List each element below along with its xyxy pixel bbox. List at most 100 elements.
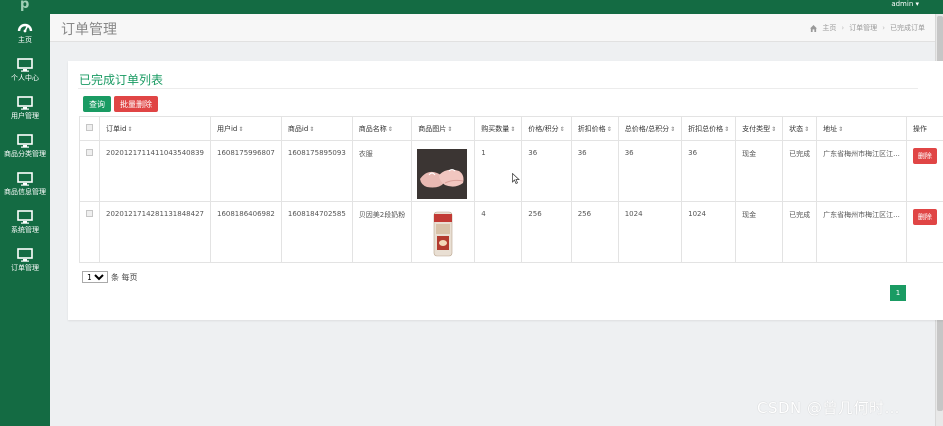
column-header[interactable]: 状态⇕ <box>782 116 818 141</box>
home-icon <box>810 24 818 32</box>
pink-shoes-image <box>417 149 468 199</box>
sidebar-item-system[interactable]: 系统管理 <box>0 210 50 248</box>
per-page-label: 条 每页 <box>111 272 138 282</box>
column-header[interactable]: 价格/积分⇕ <box>521 116 572 141</box>
cell-status: 已完成 <box>782 140 818 202</box>
chevron-right-icon: › <box>841 24 845 32</box>
monitor-icon <box>17 248 33 262</box>
sidebar-item-category[interactable]: 商品分类管理 <box>0 134 50 172</box>
watermark: CSDN @曾几何时… <box>757 399 901 417</box>
sidebar-item-users[interactable]: 用户管理 <box>0 96 50 134</box>
page-title: 订单管理 <box>61 22 117 38</box>
cell-address: 广东省梅州市梅江区江... <box>816 201 907 263</box>
column-header: 操作 <box>905 116 943 141</box>
cell-address: 广东省梅州市梅江区江... <box>816 140 907 202</box>
sort-icon: ⇕ <box>606 125 612 133</box>
cell-discount-total: 1024 <box>681 201 737 263</box>
breadcrumb-current: 已完成订单 <box>890 24 925 32</box>
column-header[interactable]: 用户id⇕ <box>209 116 282 141</box>
orders-table: 订单id⇕ 用户id⇕ 商品id⇕ 商品名称⇕ 商品图片⇕ 购买数量⇕ 价格/积… <box>79 116 943 263</box>
dashboard-icon <box>17 23 33 33</box>
breadcrumb: 主页 › 订单管理 › 已完成订单 <box>810 23 925 33</box>
select-all-checkbox[interactable] <box>79 116 100 141</box>
sort-icon: ⇕ <box>127 125 133 133</box>
cell-quantity: 1 <box>474 140 523 202</box>
delete-button[interactable]: 删除 <box>912 209 937 225</box>
column-header[interactable]: 折扣总价格⇕ <box>681 116 737 141</box>
column-header[interactable]: 购买数量⇕ <box>474 116 523 141</box>
sidebar-item-profile[interactable]: 个人中心 <box>0 58 50 96</box>
cell-total: 1024 <box>617 201 683 263</box>
column-header[interactable]: 商品图片⇕ <box>411 116 476 141</box>
cell-user-id: 1608175996807 <box>209 140 282 202</box>
table-header-row: 订单id⇕ 用户id⇕ 商品id⇕ 商品名称⇕ 商品图片⇕ 购买数量⇕ 价格/积… <box>79 116 943 141</box>
mouse-cursor-icon <box>512 173 520 184</box>
cell-total: 36 <box>617 140 683 202</box>
order-list-card: 已完成订单列表 查询 批量删除 订单id⇕ 用户id⇕ 商品id⇕ 商品名称⇕ … <box>68 61 943 320</box>
cell-discount-price: 36 <box>570 140 619 202</box>
column-header[interactable]: 支付类型⇕ <box>735 116 784 141</box>
top-bar: p admin ▾ <box>0 0 943 14</box>
sort-icon: ⇕ <box>238 125 244 133</box>
sort-icon: ⇕ <box>309 125 315 133</box>
sidebar-item-label: 商品信息管理 <box>4 188 46 196</box>
sort-icon: ⇕ <box>387 125 393 133</box>
cell-product-image <box>411 140 476 202</box>
cell-product-name: 衣服 <box>351 140 413 202</box>
sidebar-item-label: 个人中心 <box>11 74 39 82</box>
card-title: 已完成订单列表 <box>79 73 164 87</box>
milk-powder-can-image <box>418 210 469 260</box>
cell-action: 删除 <box>905 201 943 263</box>
delete-button[interactable]: 删除 <box>912 148 937 164</box>
query-button[interactable]: 查询 <box>83 96 111 112</box>
monitor-icon <box>17 210 33 224</box>
cell-action: 删除 <box>905 140 943 202</box>
sidebar-item-label: 用户管理 <box>11 112 39 120</box>
monitor-icon <box>17 172 33 186</box>
monitor-icon <box>17 134 33 148</box>
sort-icon: ⇕ <box>724 125 730 133</box>
sidebar-item-products[interactable]: 商品信息管理 <box>0 172 50 210</box>
breadcrumb-orders[interactable]: 订单管理 <box>849 23 877 33</box>
app-logo[interactable]: p <box>20 0 29 12</box>
sort-icon: ⇕ <box>559 125 565 133</box>
page-size-control: 10 条 每页 <box>82 271 138 283</box>
row-checkbox[interactable] <box>79 140 100 202</box>
cell-product-name: 贝因美2段奶粉 <box>351 201 413 263</box>
page-button-current[interactable]: 1 <box>890 285 906 301</box>
table-row: 20201217114110435408​39 1608175996807 16… <box>79 140 943 202</box>
column-header[interactable]: 折扣价格⇕ <box>570 116 619 141</box>
sidebar-item-label: 系统管理 <box>11 226 39 234</box>
chevron-right-icon: › <box>882 24 885 32</box>
row-checkbox[interactable] <box>79 201 100 263</box>
sort-icon: ⇕ <box>804 125 810 133</box>
cell-status: 已完成 <box>782 201 818 263</box>
sidebar: 主页 个人中心 用户管理 商品分类管理 商品信息管理 系统管理 订单管理 <box>0 14 50 426</box>
cell-quantity: 4 <box>474 201 523 263</box>
sidebar-item-label: 商品分类管理 <box>4 150 46 158</box>
cell-price: 36 <box>521 140 572 202</box>
column-header[interactable]: 总价格/总积分⇕ <box>617 116 683 141</box>
column-header[interactable]: 商品id⇕ <box>280 116 353 141</box>
column-header[interactable]: 订单id⇕ <box>99 116 211 141</box>
sort-icon: ⇕ <box>838 125 844 133</box>
breadcrumb-home[interactable]: 主页 <box>822 23 836 33</box>
column-header[interactable]: 地址⇕ <box>816 116 907 141</box>
cell-discount-price: 256 <box>570 201 619 263</box>
page-header: 订单管理 主页 › 订单管理 › 已完成订单 <box>50 14 935 42</box>
cell-order-id: 20201217114110435408​39 <box>99 140 211 202</box>
sidebar-item-label: 主页 <box>18 36 32 44</box>
page-size-select[interactable]: 10 <box>82 271 108 283</box>
sort-icon: ⇕ <box>510 125 516 133</box>
sidebar-item-orders[interactable]: 订单管理 <box>0 248 50 286</box>
column-header[interactable]: 商品名称⇕ <box>351 116 413 141</box>
batch-delete-button[interactable]: 批量删除 <box>114 96 158 112</box>
cell-user-id: 1608186406982 <box>209 201 282 263</box>
cell-pay-type: 现金 <box>735 140 784 202</box>
cell-discount-total: 36 <box>681 140 737 202</box>
sort-icon: ⇕ <box>670 125 676 133</box>
sidebar-item-home[interactable]: 主页 <box>0 20 50 58</box>
user-menu[interactable]: admin ▾ <box>891 0 919 8</box>
table-row: 20201217142811318484​27 1608186406982 16… <box>79 201 943 263</box>
sort-icon: ⇕ <box>771 125 777 133</box>
